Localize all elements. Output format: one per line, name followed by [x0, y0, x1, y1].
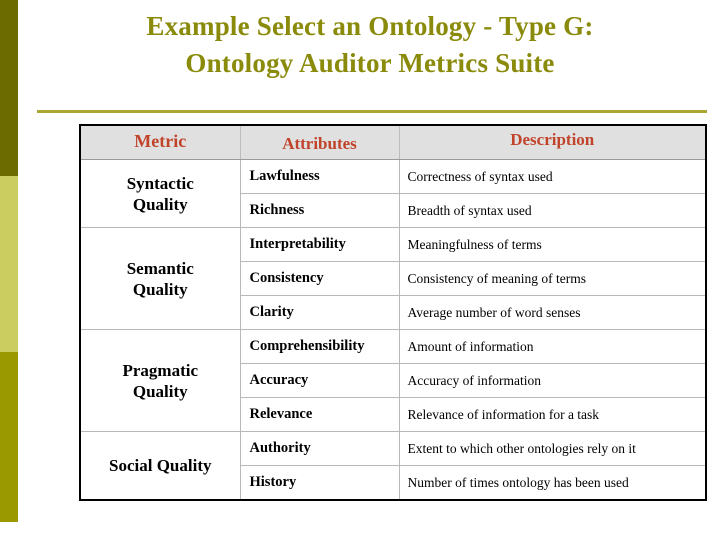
metric-group-label-line-2: Quality — [132, 279, 188, 299]
description-cell: Average number of word senses — [398, 295, 707, 330]
metrics-table-container: Metric Attributes Description Syntactic Q… — [79, 124, 707, 501]
decorative-sidebar — [0, 0, 18, 540]
column-header-metric: Metric — [79, 124, 241, 160]
table-header-row: Metric Attributes Description — [79, 124, 707, 160]
description-cell: Consistency of meaning of terms — [398, 261, 707, 296]
sidebar-band-bottom — [0, 352, 18, 522]
description-cell: Breadth of syntax used — [398, 193, 707, 228]
attribute-cell: Lawfulness — [239, 159, 400, 194]
description-cell: Number of times ontology has been used — [398, 465, 707, 501]
attribute-cell: Authority — [239, 431, 400, 466]
attribute-cell: Richness — [239, 193, 400, 228]
metric-group-label-line-1: Social Quality — [109, 456, 212, 475]
metric-group-label-line-1: Semantic — [126, 258, 194, 278]
metric-group-cell: Syntactic Quality — [79, 159, 241, 228]
slide-title-line-1: Example Select an Ontology - Type G: — [146, 11, 594, 41]
description-cell: Meaningfulness of terms — [398, 227, 707, 262]
description-cell: Amount of information — [398, 329, 707, 364]
metric-group-cell: Semantic Quality — [79, 227, 241, 330]
ontology-auditor-metrics-table: Metric Attributes Description Syntactic Q… — [79, 124, 707, 501]
metric-group-label-line-1: Pragmatic — [122, 360, 199, 380]
attribute-cell: Clarity — [239, 295, 400, 330]
title-divider — [37, 110, 707, 113]
attribute-cell: Comprehensibility — [239, 329, 400, 364]
table-row: Pragmatic Quality Comprehensibility Amount … — [79, 329, 707, 432]
attribute-cell: Relevance — [239, 397, 400, 432]
metric-group-cell: Pragmatic Quality — [79, 329, 241, 432]
column-header-attributes: Attributes — [239, 124, 400, 160]
attribute-cell: Accuracy — [239, 363, 400, 398]
sidebar-band-top — [0, 0, 18, 176]
sidebar-band-middle — [0, 176, 18, 352]
attribute-cell: History — [239, 465, 400, 501]
description-cell: Correctness of syntax used — [398, 159, 707, 194]
metric-group-label-line-1: Syntactic — [126, 173, 194, 193]
description-cell: Extent to which other ontologies rely on… — [398, 431, 707, 466]
table-row: Semantic Quality Interpretability Meaningfu… — [79, 227, 707, 330]
attribute-cell: Consistency — [239, 261, 400, 296]
description-cell: Accuracy of information — [398, 363, 707, 398]
column-header-description: Description — [398, 124, 707, 160]
slide-title: Example Select an Ontology - Type G: Ont… — [40, 8, 700, 82]
metric-group-label-line-2: Quality — [132, 381, 188, 401]
table-row: Syntactic Quality Lawfulness Correctness of… — [79, 159, 707, 228]
table-body: Syntactic Quality Lawfulness Correctness of… — [79, 159, 707, 501]
metric-group-cell: Social Quality — [79, 431, 241, 501]
description-cell: Relevance of information for a task — [398, 397, 707, 432]
table-row: Social Quality Authority Extent to which o… — [79, 431, 707, 501]
metric-group-label-line-2: Quality — [132, 194, 188, 214]
slide-title-line-2: Ontology Auditor Metrics Suite — [185, 48, 555, 78]
attribute-cell: Interpretability — [239, 227, 400, 262]
